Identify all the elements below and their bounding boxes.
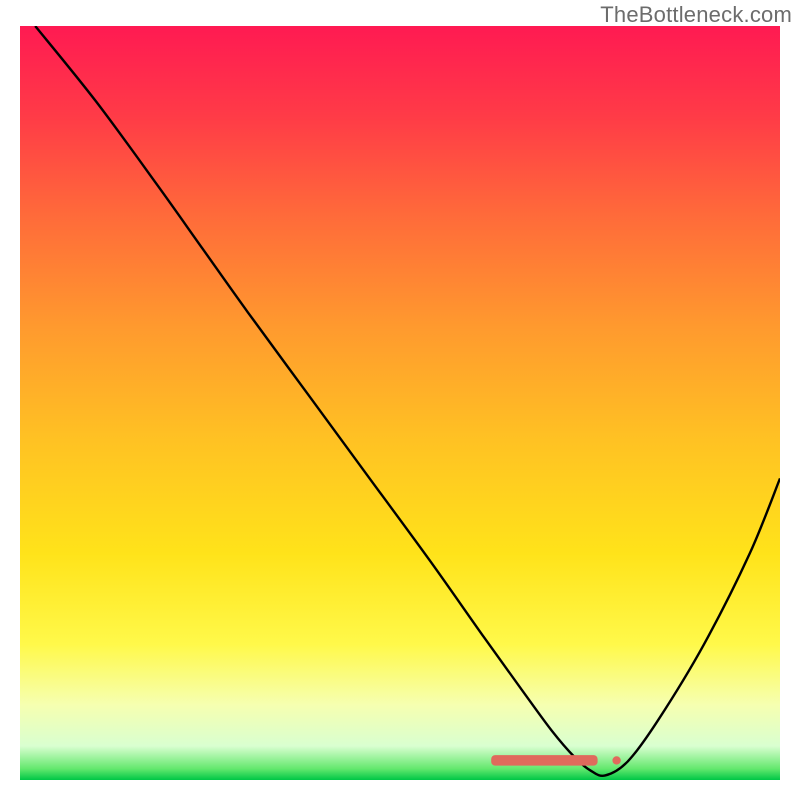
gradient-background	[20, 26, 780, 780]
bottleneck-chart	[20, 26, 780, 780]
watermark-text: TheBottleneck.com	[600, 2, 792, 28]
optimal-range-band	[491, 755, 597, 766]
optimal-dot	[612, 756, 620, 764]
